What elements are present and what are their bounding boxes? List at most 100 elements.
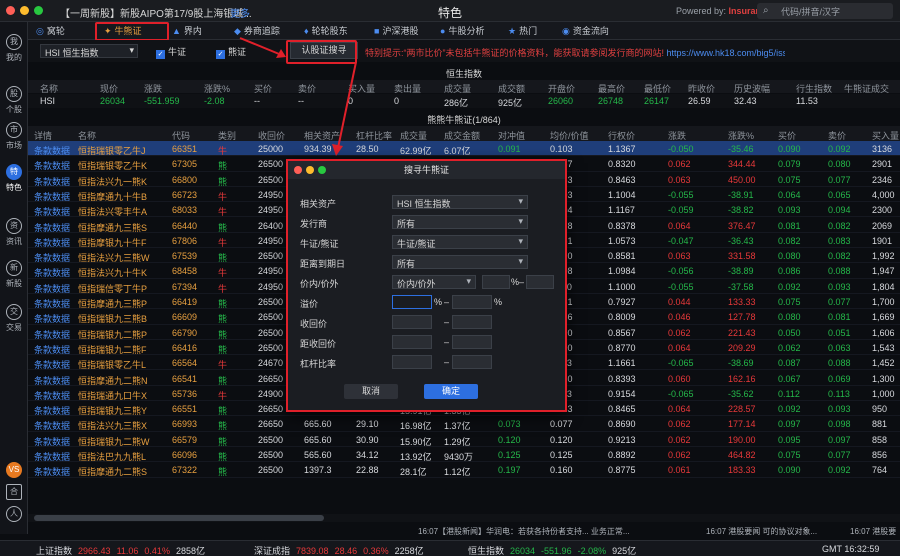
news-left[interactable]: 16:07【港股新闻】华润电：若获各持份者支持... 业务正常... [418,526,630,537]
sidebar-item-feature[interactable]: 特特色 [0,164,28,193]
cell-detail[interactable]: 条款数据 [34,419,70,432]
cell-type: 牛 [218,390,228,401]
cell-detail[interactable]: 条款数据 [34,159,70,172]
cbbc-search-button[interactable]: 认股证搜寻 [290,42,358,59]
max-input[interactable] [452,315,492,329]
status-index-0[interactable]: 上证指数 2966.43 11.06 0.41% 2858亿 [36,544,211,556]
tab-cbbc[interactable]: ✦ 牛熊证 [104,24,142,38]
tab-holders[interactable]: ♦ 轮轮股东 [304,24,348,38]
index-data-row[interactable]: HSI 26034 -551.959 -2.08 -- -- 0 0 286亿 925亿 26060… [28,94,900,108]
cell-detail[interactable]: 条款数据 [34,236,70,249]
tab-inline[interactable]: ▲ 界内 [172,24,202,38]
status-pct: 0.41% [144,546,170,556]
field-select[interactable]: HSI 恒生指数 ▾ [392,195,528,209]
cell-detail[interactable]: 条款数据 [34,343,70,356]
inout-select[interactable]: 价内/价外 ▾ [392,275,476,289]
max-input[interactable] [452,335,492,349]
tab-hot[interactable]: ★ 热门 [508,24,537,38]
search-input[interactable]: ⌕ 代码/拼音/汉字 [757,3,893,19]
cell-bid: 0.082 [778,235,801,246]
sidebar-item-news[interactable]: 资资讯 [0,218,28,247]
cell-vol: 858 [872,434,888,445]
max-input[interactable] [452,295,492,309]
close-window-button[interactable] [6,6,15,15]
min-input[interactable] [392,295,432,309]
table-row[interactable]: 条款数据 恒指瑞银零乙牛J 66351 牛 25000 934.39 28.50 62.99亿… [28,141,900,157]
sidebar-item-market[interactable]: 市市场 [0,122,28,151]
cell-v6: 0.077 [550,419,573,430]
cell-code: 66800 [172,174,198,185]
confirm-button[interactable]: 确定 [424,384,478,399]
cell-type: 熊 [218,436,228,447]
news-mid[interactable]: 16:07 港股要闻 可的协议对象... [706,526,817,537]
cell-detail[interactable]: 条款数据 [34,282,70,295]
cell-recall: 26500 [258,159,284,170]
feature-icon: 特 [6,164,22,180]
cell-detail[interactable]: 条款数据 [34,190,70,203]
min-input[interactable] [392,315,432,329]
cell-detail[interactable]: 条款数据 [34,175,70,188]
field-select[interactable]: 所有 ▾ [392,255,528,269]
horizontal-scrollbar[interactable] [28,514,900,522]
table-row[interactable]: 条款数据 恒指瑞银九二熊W 66579 熊 26500 665.60 30.90 15.90亿… [28,432,900,447]
tab-analysis[interactable]: ● 牛股分析 [440,24,484,38]
cell-v2: 29.10 [356,419,379,430]
cell-detail[interactable]: 条款数据 [34,297,70,310]
dialog-zoom-button[interactable] [318,166,326,174]
minimize-window-button[interactable] [20,6,29,15]
house-button[interactable]: 合 [0,484,28,502]
tab-shhk[interactable]: ■ 沪深港股 [374,24,418,38]
table-row[interactable]: 条款数据 恒指法兴九三熊X 66993 熊 26650 665.60 29.10 16.98亿… [28,416,900,432]
cell-detail[interactable]: 条款数据 [34,465,70,478]
person-button[interactable]: 人 [0,506,28,524]
sidebar-item-mine[interactable]: 我我的 [0,34,28,63]
status-bar: 上证指数 2966.43 11.06 0.41% 2858亿 深证成指 7839.08 28.… [0,540,900,556]
min-input[interactable] [392,335,432,349]
dialog-close-button[interactable] [294,166,302,174]
news-right[interactable]: 16:07 港股要 [850,526,896,537]
tab-flow[interactable]: ◉ 资金流向 [562,24,609,38]
cell-detail[interactable]: 条款数据 [34,266,70,279]
cell-recall: 26500 [258,174,284,185]
cell-detail[interactable]: 条款数据 [34,221,70,234]
sidebar-item-stock[interactable]: 股个股 [0,86,28,115]
min-input[interactable] [392,355,432,369]
field-select[interactable]: 牛证/熊证 ▾ [392,235,528,249]
cell-detail[interactable]: 条款数据 [34,312,70,325]
field-select[interactable]: 所有 ▾ [392,215,528,229]
cell-detail[interactable]: 条款数据 [34,404,70,417]
scrollbar-thumb[interactable] [34,515,324,521]
table-row[interactable]: 条款数据 恒指摩通九二熊S 67322 熊 26500 1397.3 22.88 28.1亿 1… [28,462,900,478]
zoom-window-button[interactable] [34,6,43,15]
issuer-link[interactable]: https://www.hk18.com/big5/issuer.htm [667,48,785,58]
table-row[interactable]: 条款数据 恒指法巴九九熊L 66096 熊 26500 565.60 34.12 13.92亿… [28,447,900,463]
bull-checkbox[interactable]: ✓ 牛证 [156,45,186,59]
range-min-input[interactable] [482,275,510,289]
cell-detail[interactable]: 条款数据 [34,389,70,402]
range-max-input[interactable] [526,275,554,289]
tab-broker[interactable]: ◆ 券商追踪 [234,24,280,38]
window-title: 特色 [438,6,463,20]
bear-checkbox[interactable]: ✓ 熊证 [216,45,246,59]
status-index-2[interactable]: 恒生指数 26034 -551.96 -2.08% 925亿 [468,544,642,556]
cell-detail[interactable]: 条款数据 [34,251,70,264]
news-strip[interactable]: 16:07【港股新闻】华润电：若获各持份者支持... 业务正常... 16:07… [28,526,900,538]
cell-detail[interactable]: 条款数据 [34,358,70,371]
cell-detail[interactable]: 条款数据 [34,328,70,341]
cell-chg: 0.062 [668,419,691,430]
max-input[interactable] [452,355,492,369]
sidebar-item-ipo[interactable]: 新新股 [0,260,28,289]
vs-button[interactable]: VS [0,462,28,480]
tab-warrant[interactable]: ◎ 窝轮 [36,24,65,38]
cancel-button[interactable]: 取消 [344,384,398,399]
cell-detail[interactable]: 条款数据 [34,205,70,218]
cell-detail[interactable]: 条款数据 [34,435,70,448]
sidebar-item-trade[interactable]: 交交易 [0,304,28,333]
more-link[interactable]: 更多 [230,5,250,20]
dialog-minimize-button[interactable] [306,166,314,174]
cell-detail[interactable]: 条款数据 [34,144,70,157]
asset-select[interactable]: HSI 恒生指数 ▾ [40,44,138,58]
cell-detail[interactable]: 条款数据 [34,450,70,463]
status-index-1[interactable]: 深证成指 7839.08 28.46 0.36% 2258亿 [254,544,430,556]
cell-detail[interactable]: 条款数据 [34,374,70,387]
